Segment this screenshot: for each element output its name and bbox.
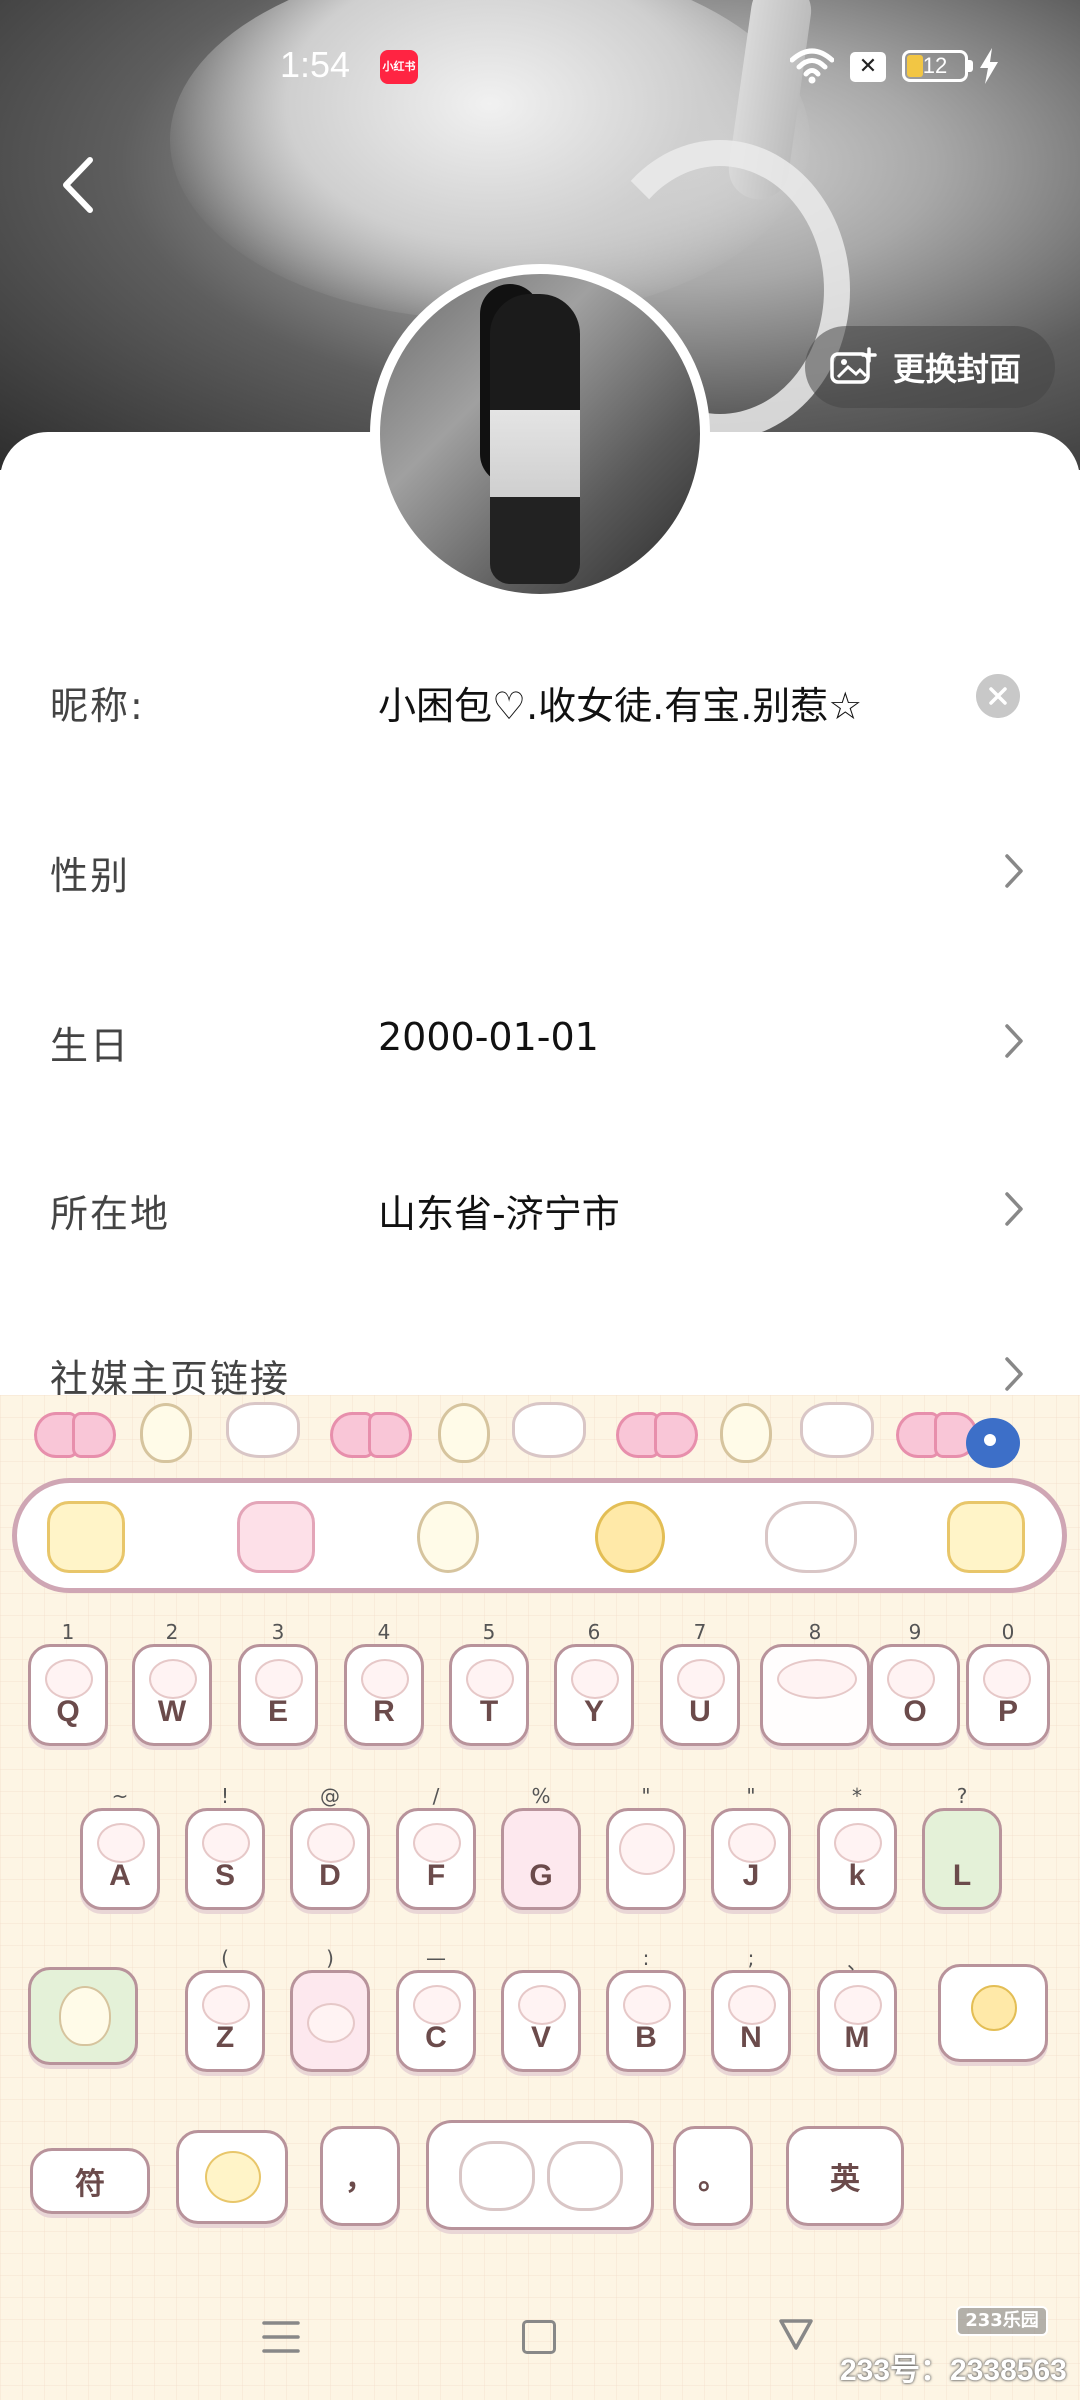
egg-sticker-icon bbox=[438, 1403, 490, 1463]
bird-assistant-icon[interactable] bbox=[966, 1418, 1020, 1468]
emoji-key[interactable] bbox=[176, 2130, 288, 2224]
key-c[interactable]: — C bbox=[396, 1946, 476, 2072]
key-b[interactable]: :B bbox=[606, 1946, 686, 2072]
key-e[interactable]: 3E bbox=[238, 1620, 318, 1746]
chevron-right-icon bbox=[1005, 1192, 1023, 1226]
bow-sticker-icon bbox=[330, 1412, 412, 1458]
chevron-right-icon bbox=[1005, 1024, 1023, 1058]
wifi-icon bbox=[790, 48, 834, 84]
chevron-right-icon bbox=[1005, 1357, 1023, 1391]
key-f[interactable]: / F bbox=[396, 1784, 476, 1910]
bow-sticker-icon bbox=[34, 1412, 116, 1458]
key-g[interactable]: % G bbox=[501, 1784, 581, 1910]
key-j[interactable]: " J bbox=[711, 1784, 791, 1910]
key-w[interactable]: 2W bbox=[132, 1620, 212, 1746]
key-o[interactable]: 9O bbox=[870, 1620, 960, 1746]
egg-fork-tool-icon[interactable] bbox=[947, 1501, 1025, 1573]
xiaohongshu-app-icon: 小红书 bbox=[380, 50, 418, 84]
backspace-key[interactable] bbox=[938, 1964, 1048, 2062]
key-n[interactable]: ; N bbox=[711, 1946, 791, 2072]
gender-row[interactable]: 性别 bbox=[0, 815, 1080, 925]
nickname-label: 昵称: bbox=[50, 684, 145, 728]
avatar-photo-figure bbox=[490, 294, 580, 584]
nickname-input[interactable]: 小困包♡.收女徒.有宝.别惹☆ bbox=[378, 675, 862, 730]
avatar[interactable] bbox=[370, 264, 710, 604]
battery-level: 12 bbox=[922, 53, 948, 78]
shift-key[interactable] bbox=[28, 1967, 138, 2065]
nickname-row[interactable]: 昵称: 小困包♡.收女徒.有宝.别惹☆ bbox=[0, 645, 1080, 755]
key-v[interactable]: V bbox=[501, 1970, 581, 2072]
image-icon bbox=[830, 347, 877, 384]
change-cover-button[interactable]: 更换封面 bbox=[805, 326, 1055, 408]
key-z[interactable]: (Z bbox=[185, 1946, 265, 2072]
change-cover-label: 更换封面 bbox=[893, 350, 1022, 388]
menu-icon[interactable] bbox=[262, 2320, 300, 2354]
keyboard-toolbar bbox=[12, 1478, 1067, 1593]
egg-sticker-icon bbox=[140, 1403, 192, 1463]
bow-sticker-icon bbox=[616, 1412, 698, 1458]
location-label: 所在地 bbox=[50, 1192, 171, 1236]
birthday-row[interactable]: 生日 2000-01-01 bbox=[0, 985, 1080, 1095]
key-y[interactable]: 6Y bbox=[554, 1620, 634, 1746]
cake-tool-icon[interactable] bbox=[237, 1501, 315, 1573]
sheep-sticker-icon bbox=[226, 1402, 300, 1458]
comma-key[interactable]: ， bbox=[320, 2126, 400, 2226]
key-r[interactable]: 4R bbox=[344, 1620, 424, 1746]
notification-x-icon: ✕ bbox=[850, 52, 886, 82]
back-button[interactable] bbox=[50, 150, 110, 220]
key-h[interactable]: " bbox=[606, 1784, 686, 1910]
key-u[interactable]: 7U bbox=[660, 1620, 740, 1746]
period-key[interactable]: 。 bbox=[673, 2126, 753, 2226]
key-i[interactable]: 8 bbox=[760, 1620, 870, 1746]
key-q[interactable]: 1Q bbox=[28, 1620, 108, 1746]
location-value: 山东省-济宁市 bbox=[378, 1192, 620, 1236]
status-time: 1:54 bbox=[280, 44, 351, 85]
egg-fork-tool-icon[interactable] bbox=[47, 1501, 125, 1573]
chevron-right-icon bbox=[1005, 854, 1023, 888]
back-triangle-icon[interactable] bbox=[778, 2316, 814, 2352]
key-t[interactable]: 5T bbox=[449, 1620, 529, 1746]
language-switch-key[interactable]: 英 bbox=[786, 2126, 904, 2226]
key-k[interactable]: * k bbox=[817, 1784, 897, 1910]
flower-tool-icon[interactable] bbox=[595, 1501, 665, 1573]
watermark-id: 233号：2338563 bbox=[840, 2354, 1067, 2387]
egg-sticker-icon bbox=[720, 1403, 772, 1463]
charging-icon bbox=[980, 48, 998, 84]
status-bar: 1:54 小红书 ✕ 12 bbox=[0, 0, 1080, 130]
key-m[interactable]: 、 M bbox=[817, 1950, 897, 2072]
symbol-key[interactable]: 符 bbox=[30, 2148, 150, 2214]
battery-icon: 12 bbox=[902, 50, 968, 82]
key-l[interactable]: ? L bbox=[922, 1784, 1002, 1910]
sheep-tool-icon[interactable] bbox=[765, 1501, 857, 1573]
space-key[interactable] bbox=[426, 2120, 654, 2230]
gender-label: 性别 bbox=[50, 854, 131, 898]
birthday-label: 生日 bbox=[50, 1024, 131, 1068]
key-p[interactable]: 0P bbox=[966, 1620, 1050, 1746]
battery-tip bbox=[968, 60, 973, 72]
key-a[interactable]: ~ A bbox=[80, 1784, 160, 1910]
key-d[interactable]: @ D bbox=[290, 1784, 370, 1910]
sheep-sticker-icon bbox=[512, 1402, 586, 1458]
key-s[interactable]: ! S bbox=[185, 1784, 265, 1910]
clear-input-icon[interactable] bbox=[976, 674, 1020, 718]
birthday-value: 2000-01-01 bbox=[378, 1015, 599, 1059]
key-x[interactable]: ) bbox=[290, 1946, 370, 2072]
egg-tool-icon[interactable] bbox=[417, 1501, 479, 1573]
sheep-sticker-icon bbox=[800, 1402, 874, 1458]
location-row[interactable]: 所在地 山东省-济宁市 bbox=[0, 1153, 1080, 1263]
home-square-icon[interactable] bbox=[522, 2320, 556, 2354]
watermark-badge: 233乐园 bbox=[956, 2306, 1048, 2336]
